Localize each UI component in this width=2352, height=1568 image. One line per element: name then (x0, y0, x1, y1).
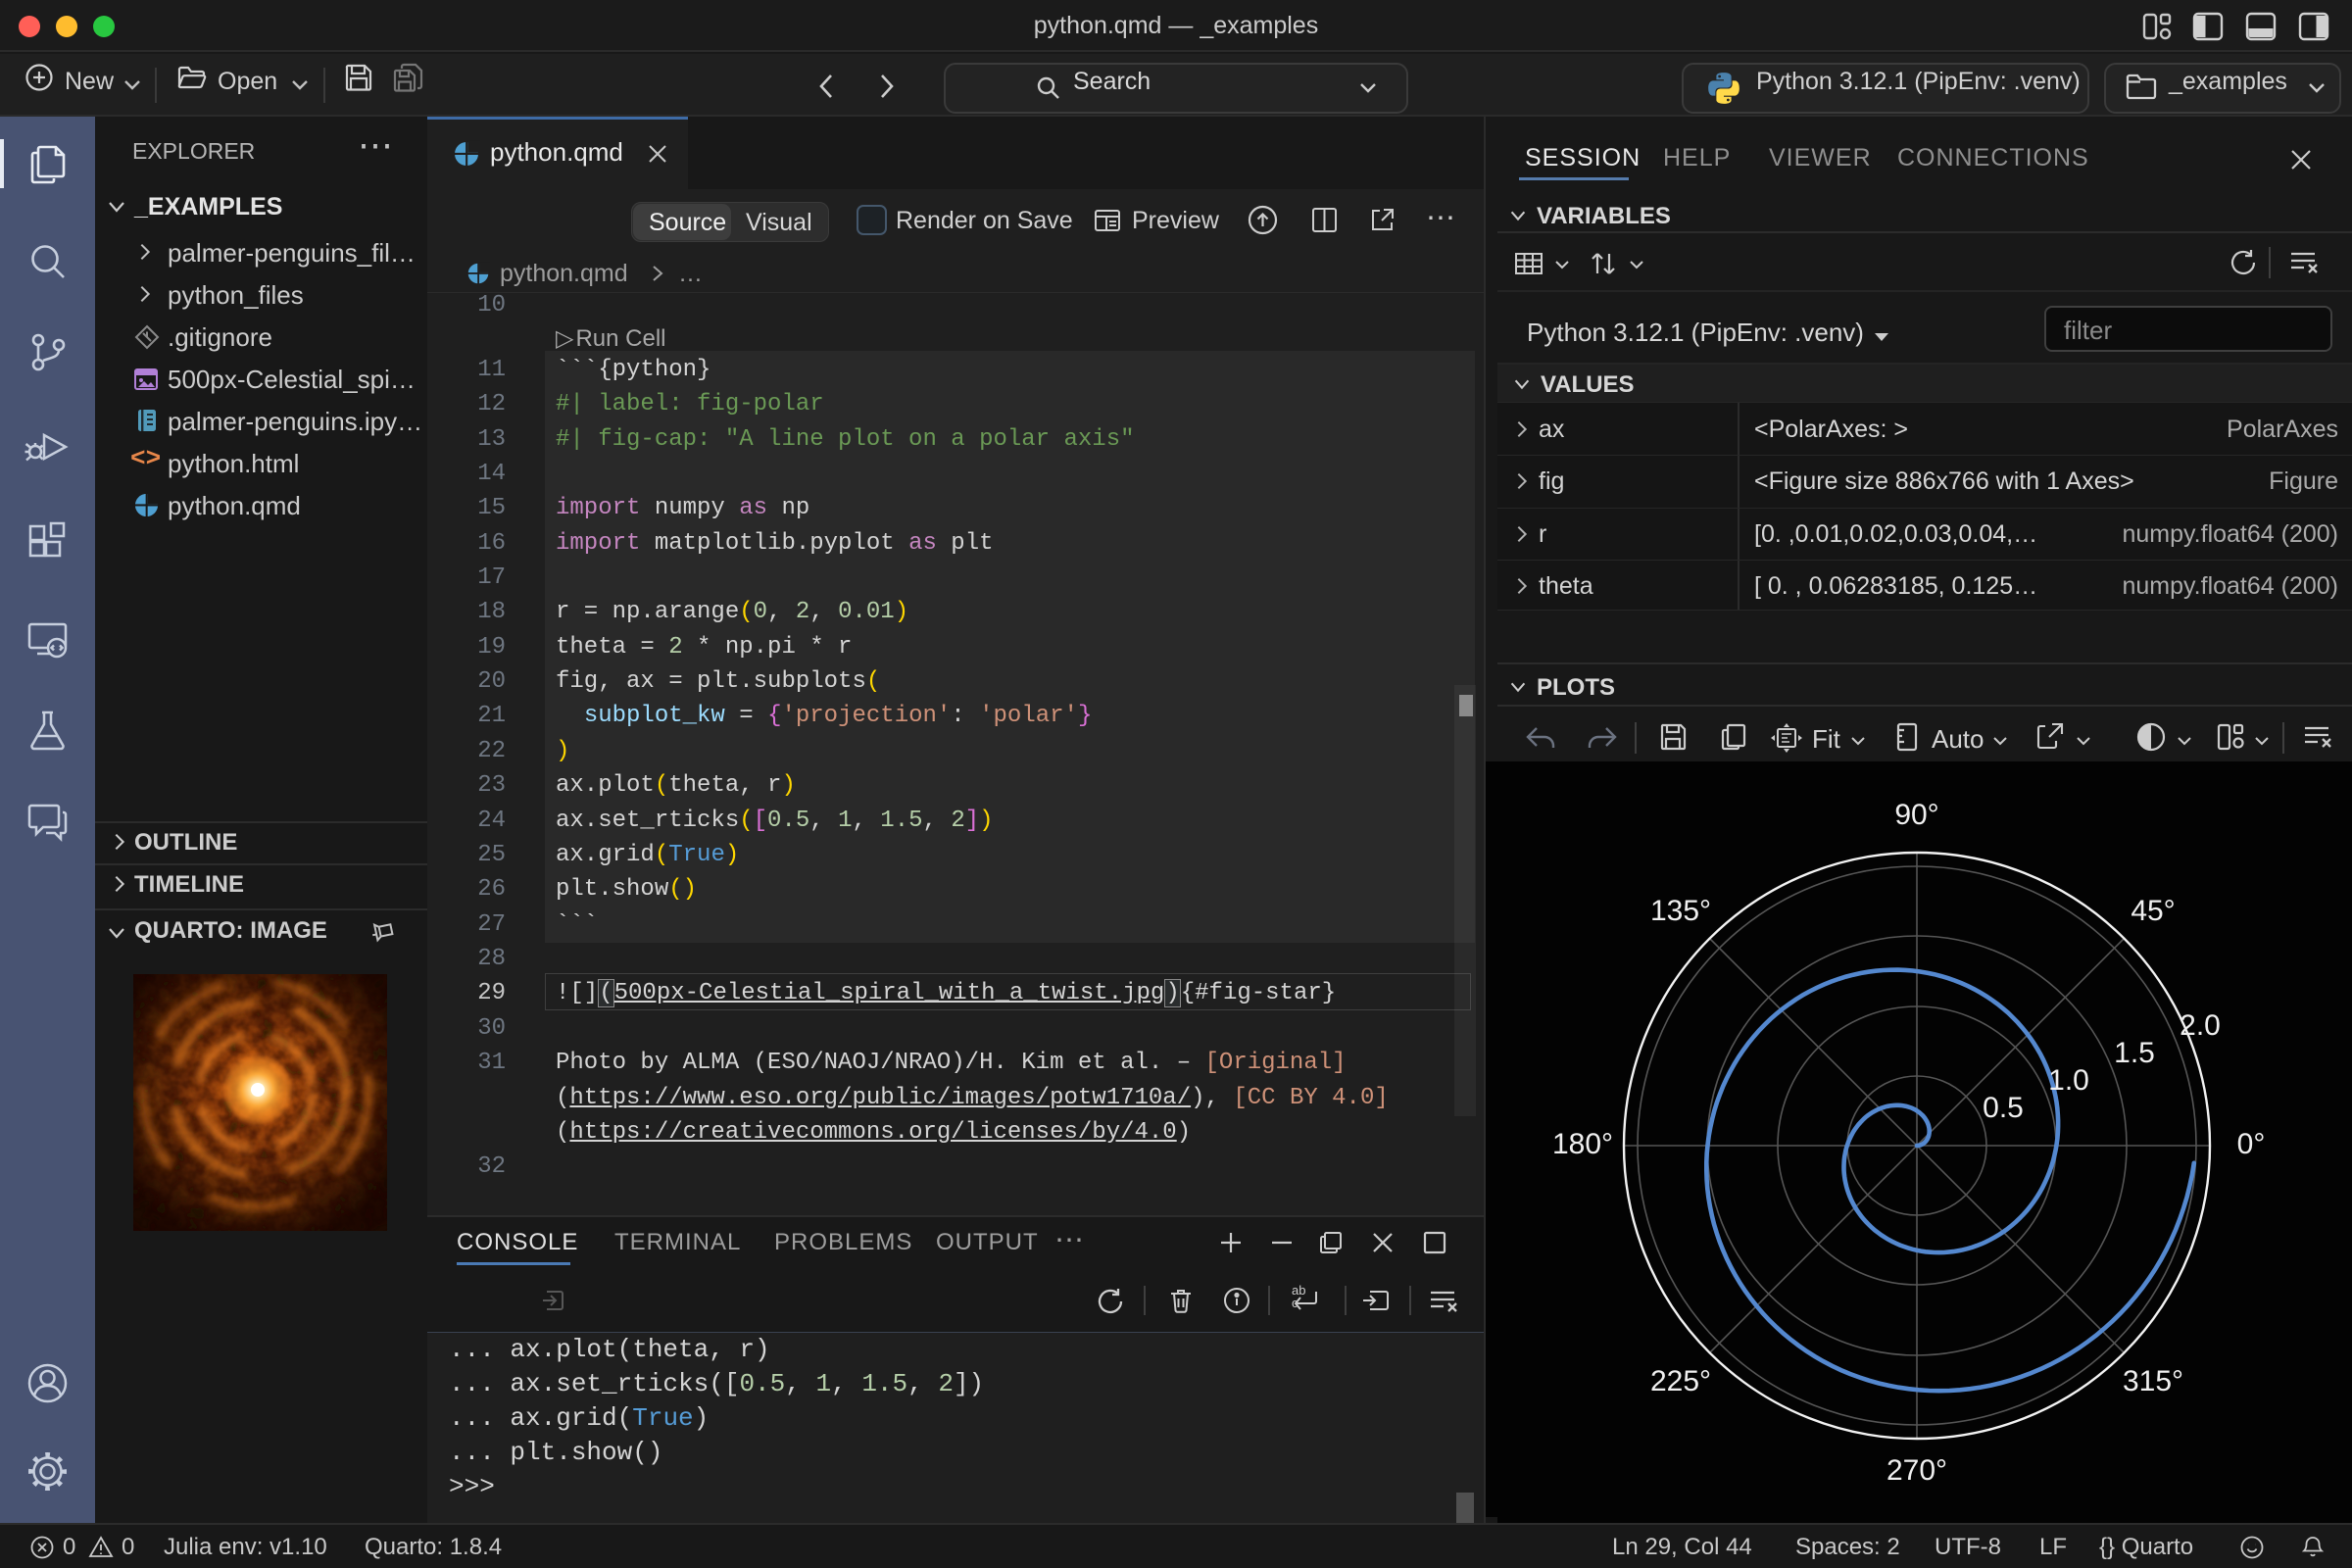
svg-text:0°: 0° (2237, 1128, 2266, 1160)
svg-text:315°: 315° (2123, 1365, 2183, 1397)
svg-text:0.5: 0.5 (1983, 1092, 2024, 1124)
svg-text:2.0: 2.0 (2180, 1009, 2221, 1042)
svg-text:225°: 225° (1650, 1365, 1711, 1397)
svg-text:90°: 90° (1894, 799, 1938, 831)
svg-text:45°: 45° (2131, 895, 2175, 927)
svg-text:180°: 180° (1552, 1128, 1613, 1160)
svg-text:1.0: 1.0 (2048, 1064, 2089, 1097)
svg-text:1.5: 1.5 (2114, 1037, 2155, 1069)
svg-text:135°: 135° (1650, 895, 1711, 927)
svg-text:270°: 270° (1886, 1454, 1947, 1487)
svg-text:c: c (1292, 1296, 1298, 1310)
